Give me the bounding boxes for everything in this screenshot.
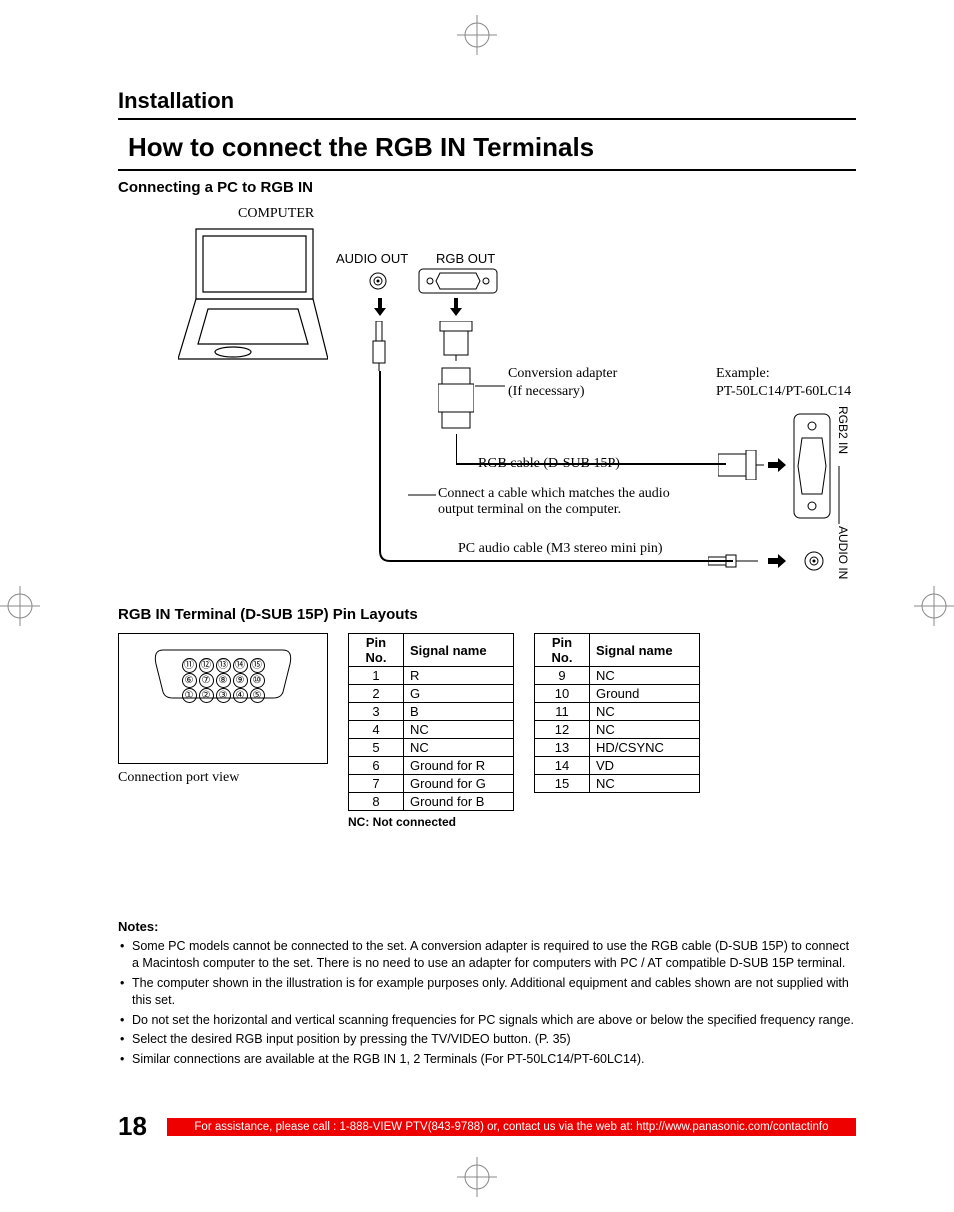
label-rgb2in: RGB2 IN (836, 406, 850, 454)
signal-name: R (404, 667, 514, 685)
signal-name: NC (404, 721, 514, 739)
pin-no: 12 (535, 721, 590, 739)
signal-name: G (404, 685, 514, 703)
label-audioin: AUDIO IN (836, 526, 850, 579)
section-title: Installation (118, 88, 856, 120)
signal-name: HD/CSYNC (590, 739, 700, 757)
bracket-line (838, 466, 840, 529)
table-row: 3B (349, 703, 514, 721)
arrow-right-icon (768, 458, 786, 477)
audio-plug-icon (370, 321, 388, 376)
audio-jack-icon (803, 550, 825, 577)
port-diagram: ⑪⑫⑬⑭⑮ ⑥⑦⑧⑨⑩ ①②③④⑤ (118, 633, 328, 764)
pin-table-right: Pin No. Signal name 9NC10Ground11NC12NC1… (534, 633, 700, 793)
audio-plug-side-icon (708, 554, 758, 573)
th-pin-no: Pin No. (349, 634, 404, 667)
vga-port-icon (418, 268, 498, 299)
signal-name: NC (590, 703, 700, 721)
th-signal: Signal name (590, 634, 700, 667)
pin-no: 14 (535, 757, 590, 775)
pin-no: 15 (535, 775, 590, 793)
subheading-pinlayouts: RGB IN Terminal (D-SUB 15P) Pin Layouts (118, 606, 856, 623)
pin-layout-area: ⑪⑫⑬⑭⑮ ⑥⑦⑧⑨⑩ ①②③④⑤ Connection port view P… (118, 633, 856, 829)
notes-heading: Notes: (118, 919, 856, 934)
pin-no: 2 (349, 685, 404, 703)
pin-no: 1 (349, 667, 404, 685)
table-row: 13HD/CSYNC (535, 739, 700, 757)
subheading-connecting: Connecting a PC to RGB IN (118, 179, 856, 196)
crop-mark-bottom (457, 1157, 497, 1197)
crop-mark-right (914, 586, 954, 626)
laptop-icon (178, 224, 328, 374)
port-caption: Connection port view (118, 770, 328, 786)
table-row: 6Ground for R (349, 757, 514, 775)
note-item: The computer shown in the illustration i… (118, 975, 856, 1009)
pin-no: 11 (535, 703, 590, 721)
pin-no: 10 (535, 685, 590, 703)
signal-name: Ground for G (404, 775, 514, 793)
note-item: Select the desired RGB input position by… (118, 1031, 856, 1048)
table-row: 10Ground (535, 685, 700, 703)
label-computer: COMPUTER (238, 206, 314, 222)
page-footer: 18 For assistance, please call : 1-888-V… (118, 1111, 856, 1142)
nc-note: NC: Not connected (348, 815, 514, 829)
pin-no: 13 (535, 739, 590, 757)
pin-no: 4 (349, 721, 404, 739)
pin-no: 8 (349, 793, 404, 811)
page-number: 18 (118, 1111, 147, 1142)
arrow-down-icon (374, 298, 386, 321)
notes-list: Some PC models cannot be connected to th… (118, 938, 856, 1068)
th-signal: Signal name (404, 634, 514, 667)
note-item: Do not set the horizontal and vertical s… (118, 1012, 856, 1029)
pin-table-left: Pin No. Signal name 1R2G3B4NC5NC6Ground … (348, 633, 514, 811)
label-audio-out: AUDIO OUT (336, 251, 408, 266)
signal-name: NC (590, 667, 700, 685)
connection-diagram: COMPUTER AUDIO OUT RGB OUT (118, 206, 856, 586)
table-row: 9NC (535, 667, 700, 685)
pin-no: 3 (349, 703, 404, 721)
signal-name: NC (404, 739, 514, 757)
label-rgb-out: RGB OUT (436, 251, 495, 266)
input-panel-icon (792, 412, 832, 527)
table-row: 12NC (535, 721, 700, 739)
port-view: ⑪⑫⑬⑭⑮ ⑥⑦⑧⑨⑩ ①②③④⑤ Connection port view (118, 633, 328, 786)
signal-name: NC (590, 775, 700, 793)
pin-no: 9 (535, 667, 590, 685)
table-row: 5NC (349, 739, 514, 757)
vga-plug-icon (438, 321, 474, 366)
table-row: 8Ground for B (349, 793, 514, 811)
table-row: 14VD (535, 757, 700, 775)
note-item: Some PC models cannot be connected to th… (118, 938, 856, 972)
signal-name: Ground for R (404, 757, 514, 775)
pin-no: 5 (349, 739, 404, 757)
signal-name: NC (590, 721, 700, 739)
table-row: 2G (349, 685, 514, 703)
table-row: 1R (349, 667, 514, 685)
table-row: 15NC (535, 775, 700, 793)
table-row: 11NC (535, 703, 700, 721)
signal-name: Ground (590, 685, 700, 703)
crop-mark-left (0, 586, 40, 626)
table-row: 4NC (349, 721, 514, 739)
th-pin-no: Pin No. (535, 634, 590, 667)
audio-jack-icon (368, 271, 388, 296)
signal-name: B (404, 703, 514, 721)
arrow-right-icon (768, 554, 786, 573)
crop-mark-top (457, 15, 497, 55)
main-title: How to connect the RGB IN Terminals (118, 128, 856, 171)
audio-cable-icon (373, 371, 753, 571)
pin-no: 7 (349, 775, 404, 793)
arrow-down-icon (450, 298, 462, 321)
table-row: 7Ground for G (349, 775, 514, 793)
note-item: Similar connections are available at the… (118, 1051, 856, 1068)
signal-name: Ground for B (404, 793, 514, 811)
footer-bar: For assistance, please call : 1-888-VIEW… (167, 1118, 856, 1136)
pin-no: 6 (349, 757, 404, 775)
pin-tables: Pin No. Signal name 1R2G3B4NC5NC6Ground … (348, 633, 856, 829)
signal-name: VD (590, 757, 700, 775)
